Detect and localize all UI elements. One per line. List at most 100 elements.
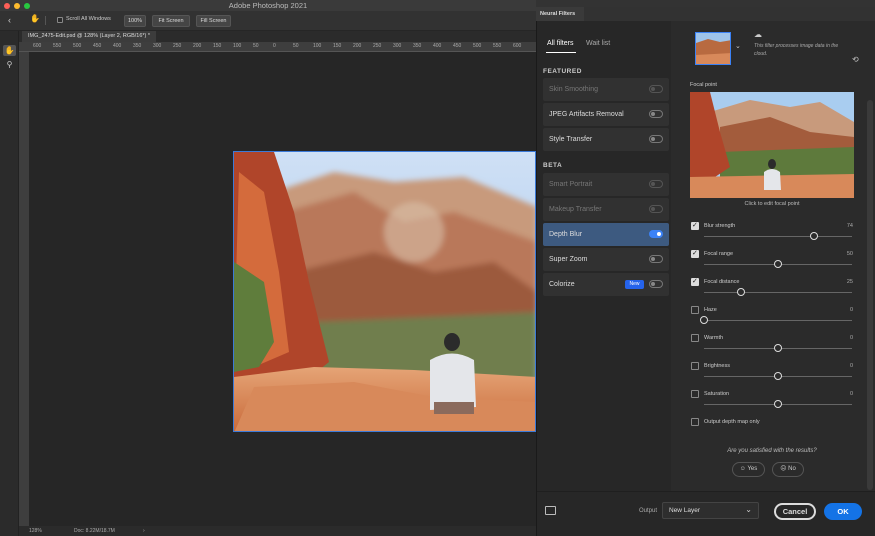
slider-value: 0 — [849, 363, 853, 369]
filter-super-zoom[interactable]: Super Zoom — [543, 248, 669, 271]
slider-enable-checkbox[interactable] — [691, 221, 699, 230]
slider-track[interactable] — [704, 292, 852, 293]
slider-value: 25 — [846, 279, 853, 285]
slider-label: Brightness — [704, 363, 730, 369]
thumbs-up-icon: ☺ — [739, 466, 746, 472]
slider-label: Warmth — [704, 335, 724, 341]
filter-jpeg-artifacts-removal[interactable]: JPEG Artifacts Removal — [543, 103, 669, 126]
filter-skin-smoothing[interactable]: Skin Smoothing — [543, 78, 669, 101]
ruler-tick-label: 50 — [253, 43, 259, 49]
reset-icon[interactable]: ⟲ — [852, 55, 859, 64]
filter-toggle[interactable] — [649, 230, 663, 238]
filter-toggle[interactable] — [649, 280, 663, 288]
slider-track[interactable] — [704, 236, 852, 237]
tab-all-filters[interactable]: All filters — [547, 40, 573, 47]
fill-screen-button[interactable]: Fill Screen — [196, 15, 231, 27]
output-select[interactable]: New Layer ⌄ — [662, 502, 759, 519]
yes-button[interactable]: ☺ Yes — [732, 462, 765, 477]
satisfaction-question: Are you satisfied with the results? — [727, 448, 817, 454]
filter-label: Super Zoom — [549, 256, 588, 263]
slider-enable-checkbox[interactable] — [691, 249, 699, 258]
zoom-100-button[interactable]: 100% — [124, 15, 146, 27]
status-chevron-icon[interactable]: › — [143, 526, 145, 536]
canyon-photo — [234, 152, 535, 431]
filter-toggle[interactable] — [649, 110, 663, 118]
status-doc-size[interactable]: Doc: 8.22M/18.7M — [74, 526, 115, 536]
filter-colorize[interactable]: Colorize New — [543, 273, 669, 296]
slider-thumb[interactable] — [737, 288, 745, 296]
horizontal-ruler[interactable]: 600 550 500 450 400 350 300 250 200 150 100 50 0 50 10… — [19, 42, 536, 52]
no-button[interactable]: ☹ No — [772, 462, 804, 477]
zoom-tool-icon[interactable]: ⚲ — [3, 59, 16, 70]
filter-toggle[interactable] — [649, 205, 663, 213]
ruler-tick-label: 500 — [473, 43, 482, 49]
featured-heading: FEATURED — [543, 68, 582, 75]
slider-label: Focal range — [704, 251, 734, 257]
ruler-tick-label: 450 — [93, 43, 102, 49]
ruler-tick-label: 550 — [53, 43, 62, 49]
ruler-tick-label: 350 — [133, 43, 142, 49]
slider-enable-checkbox[interactable] — [691, 362, 699, 370]
focal-point-heading: Focal point — [690, 82, 717, 88]
slider-thumb[interactable] — [809, 232, 818, 240]
document-image[interactable] — [233, 151, 536, 432]
neural-filters-tab[interactable]: Neural Filters — [536, 7, 584, 21]
slider-track[interactable] — [704, 320, 852, 321]
slider-thumb[interactable] — [774, 372, 782, 380]
fit-screen-button[interactable]: Fit Screen — [152, 15, 190, 27]
settings-scrollbar[interactable] — [867, 100, 873, 490]
document-tab-label: IMG_2475-Edit.psd @ 128% (Layer 2, RGB/1… — [28, 33, 151, 39]
filter-toggle[interactable] — [649, 135, 663, 143]
ruler-tick-label: 200 — [193, 43, 202, 49]
filter-smart-portrait[interactable]: Smart Portrait — [543, 173, 669, 196]
status-zoom[interactable]: 128% — [29, 526, 42, 536]
slider-label: Saturation — [704, 391, 730, 397]
filter-toggle[interactable] — [649, 255, 663, 263]
slider-thumb[interactable] — [774, 260, 782, 268]
slider-thumb[interactable] — [774, 344, 782, 352]
filter-label: Colorize — [549, 281, 575, 288]
slider-enable-checkbox[interactable] — [691, 334, 699, 342]
document-tab[interactable]: IMG_2475-Edit.psd @ 128% (Layer 2, RGB/1… — [22, 31, 157, 42]
hand-tool-icon[interactable]: ✋ — [3, 45, 16, 56]
scroll-all-windows-label: Scroll All Windows — [66, 16, 111, 22]
no-label: No — [788, 466, 796, 472]
compare-icon[interactable] — [545, 506, 556, 515]
back-chevron-icon[interactable]: ‹ — [8, 15, 11, 26]
ruler-tick-label: 300 — [153, 43, 162, 49]
slider-value: 74 — [846, 223, 853, 229]
ok-button[interactable]: OK — [824, 503, 862, 520]
ruler-tick-label: 400 — [433, 43, 442, 49]
ruler-tick-label: 200 — [353, 43, 362, 49]
slider-enable-checkbox[interactable] — [691, 277, 699, 286]
slider-value: 0 — [849, 391, 853, 397]
filter-depth-blur[interactable]: Depth Blur — [543, 223, 669, 246]
slider-value: 0 — [849, 335, 853, 341]
filter-label: Skin Smoothing — [549, 86, 599, 93]
tab-wait-list[interactable]: Wait list — [586, 40, 610, 47]
chevron-down-icon[interactable]: ⌄ — [735, 42, 741, 50]
cancel-button[interactable]: Cancel — [774, 503, 816, 520]
ruler-tick-label: 100 — [313, 43, 322, 49]
depth-map-only-label: Output depth map only — [704, 419, 760, 425]
hand-tool-icon[interactable]: ✋ — [30, 14, 40, 23]
slider-thumb[interactable] — [700, 316, 708, 324]
filter-label: Style Transfer — [549, 136, 593, 143]
slider-thumb[interactable] — [774, 400, 782, 408]
ruler-tick-label: 50 — [293, 43, 299, 49]
ruler-tick-label: 300 — [393, 43, 402, 49]
depth-map-only-checkbox[interactable] — [691, 418, 699, 426]
focal-point-preview[interactable] — [690, 92, 854, 198]
scroll-all-windows-checkbox[interactable] — [57, 17, 63, 23]
filter-preview-thumbnail[interactable] — [695, 32, 731, 65]
slider-enable-checkbox[interactable] — [691, 306, 699, 314]
slider-enable-checkbox[interactable] — [691, 390, 699, 398]
filter-toggle[interactable] — [649, 180, 663, 188]
options-bar: ‹ ✋ Scroll All Windows 100% Fit Screen F… — [0, 11, 536, 31]
focal-caption: Click to edit focal point — [744, 201, 800, 207]
thumbnail-image — [696, 33, 730, 64]
filter-makeup-transfer[interactable]: Makeup Transfer — [543, 198, 669, 221]
vertical-ruler[interactable] — [19, 52, 29, 526]
filter-style-transfer[interactable]: Style Transfer — [543, 128, 669, 151]
filter-toggle[interactable] — [649, 85, 663, 93]
